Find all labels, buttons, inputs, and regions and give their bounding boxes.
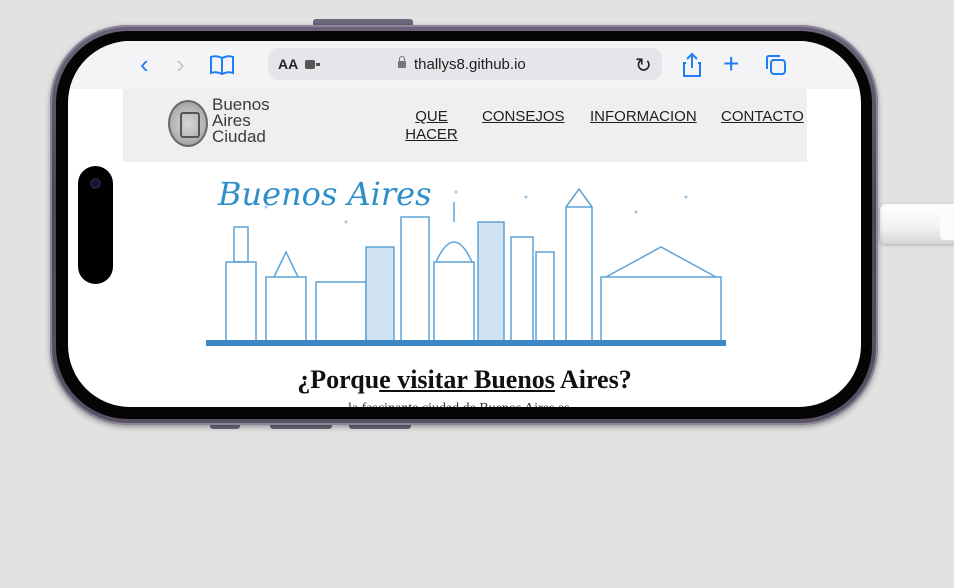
address-bar[interactable]: AA thallys8.github.io ↻ — [268, 48, 662, 80]
heading-part: ¿Porqu — [297, 365, 380, 394]
phone-screen: ‹ › AA thallys8.github.io ↻ + Buenos Air… — [68, 41, 861, 407]
safari-toolbar: ‹ › AA thallys8.github.io ↻ + — [68, 41, 861, 89]
reload-icon[interactable]: ↻ — [635, 53, 652, 78]
city-seal-icon — [168, 100, 208, 147]
charging-cable — [880, 204, 954, 244]
text-size-button[interactable]: AA — [278, 56, 298, 72]
page-heading: ¿Porque visitar Buenos Aires? — [68, 365, 861, 395]
nav-link-consejos[interactable]: CONSEJOS — [482, 108, 565, 126]
dynamic-island — [78, 166, 113, 284]
hero-title: Buenos Aires — [218, 175, 432, 213]
nav-link-que-hacer[interactable]: QUE HACER — [404, 108, 459, 144]
lock-icon — [398, 56, 406, 68]
nav-link-informacion[interactable]: INFORMACION — [590, 108, 697, 126]
logo-line: Ciudad — [212, 127, 266, 146]
bookmarks-icon[interactable] — [209, 54, 235, 80]
front-camera-icon — [90, 178, 101, 189]
heading-part: Aires? — [554, 365, 632, 394]
site-header: Buenos Aires Ciudad QUE HACER CONSEJOS I… — [123, 89, 807, 162]
extension-icon[interactable] — [305, 60, 320, 69]
forward-icon[interactable]: › — [176, 51, 185, 77]
share-icon[interactable] — [681, 52, 703, 82]
back-icon[interactable]: ‹ — [140, 51, 149, 77]
new-tab-icon[interactable]: + — [723, 50, 739, 78]
nav-link-contacto[interactable]: CONTACTO — [721, 108, 804, 126]
intro-text-fragment: la fascinante ciudad de Buenos Aires es … — [348, 401, 588, 407]
url-text[interactable]: thallys8.github.io — [414, 56, 526, 73]
tabs-overview-icon[interactable] — [764, 53, 788, 81]
hero-banner: Buenos Aires — [206, 167, 726, 351]
heading-underlined: e visitar Buenos — [379, 365, 555, 394]
site-logo[interactable]: Buenos Aires Ciudad — [212, 96, 270, 146]
